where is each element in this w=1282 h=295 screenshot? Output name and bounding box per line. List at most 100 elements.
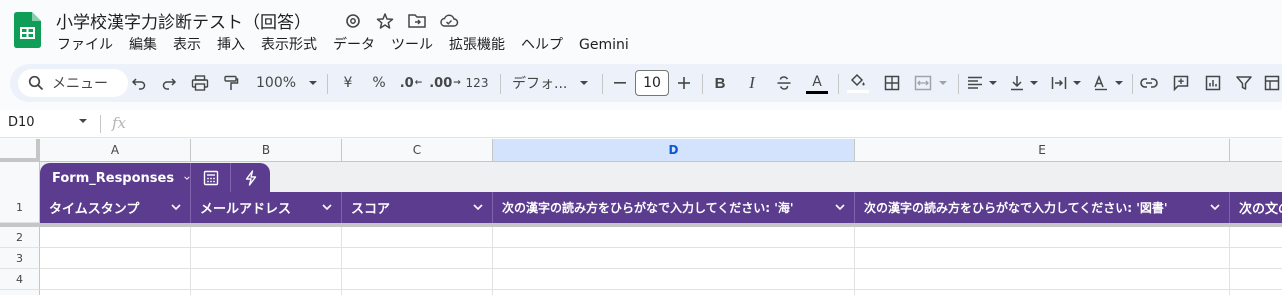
row-header-5[interactable] xyxy=(0,290,40,295)
decrease-decimal-button[interactable]: .0 ← xyxy=(398,64,424,102)
cell[interactable] xyxy=(855,227,1230,248)
currency-button[interactable]: ¥ xyxy=(336,64,360,102)
cell[interactable] xyxy=(342,290,493,295)
cell[interactable] xyxy=(40,290,191,295)
cell[interactable] xyxy=(40,248,191,269)
strikethrough-icon[interactable] xyxy=(772,64,796,102)
cell[interactable] xyxy=(1230,269,1282,290)
chevron-down-icon[interactable] xyxy=(1209,201,1221,213)
insert-chart-icon[interactable] xyxy=(1200,64,1226,102)
merge-cells-icon[interactable] xyxy=(910,64,952,102)
cell[interactable] xyxy=(342,269,493,290)
table-header-cell[interactable]: 次の漢字の読み方をひらがなで入力してください: '海' xyxy=(493,192,855,223)
chevron-down-icon[interactable] xyxy=(78,116,88,126)
cloud-status-icon[interactable] xyxy=(438,10,460,32)
table-header-cell[interactable]: 次の漢字の読み方をひらがなで入力してください: '図書' xyxy=(855,192,1230,223)
vertical-align-icon[interactable] xyxy=(1006,64,1042,102)
table-name-button[interactable]: Form_Responses xyxy=(40,163,190,193)
print-icon[interactable] xyxy=(187,64,213,102)
chevron-down-icon[interactable] xyxy=(170,201,182,213)
column-header-e[interactable]: E xyxy=(855,139,1230,162)
column-header-c[interactable]: C xyxy=(342,139,493,162)
filter-icon[interactable] xyxy=(1232,64,1256,102)
lightning-icon xyxy=(245,170,256,186)
font-size-input[interactable]: 10 xyxy=(635,70,669,96)
table-header-cell[interactable]: 次の文の xyxy=(1230,192,1282,223)
cell[interactable] xyxy=(191,269,342,290)
cell[interactable] xyxy=(191,290,342,295)
menu-tools[interactable]: ツール xyxy=(383,35,441,55)
cell[interactable] xyxy=(191,227,342,248)
cell[interactable] xyxy=(1230,248,1282,269)
menu-insert[interactable]: 挿入 xyxy=(209,35,253,55)
chevron-down-icon[interactable] xyxy=(472,201,484,213)
table-automation-button[interactable] xyxy=(230,163,270,193)
cell[interactable] xyxy=(855,248,1230,269)
cell[interactable] xyxy=(855,290,1230,295)
sheets-logo-icon[interactable] xyxy=(14,12,41,48)
cell[interactable] xyxy=(191,248,342,269)
column-header-b[interactable]: B xyxy=(191,139,342,162)
cell[interactable] xyxy=(342,248,493,269)
borders-icon[interactable] xyxy=(880,64,904,102)
cell[interactable] xyxy=(855,269,1230,290)
table-header-cell[interactable]: スコア xyxy=(342,192,493,223)
row-header-2[interactable]: 2 xyxy=(0,227,40,248)
menu-view[interactable]: 表示 xyxy=(165,35,209,55)
cell[interactable] xyxy=(493,248,855,269)
menu-data[interactable]: データ xyxy=(325,35,383,55)
row-header-1[interactable]: 1 xyxy=(0,192,40,223)
menu-help[interactable]: ヘルプ xyxy=(513,35,571,55)
chevron-down-icon xyxy=(1114,81,1123,85)
percent-button[interactable]: % xyxy=(367,64,391,102)
menu-search[interactable]: メニュー xyxy=(18,69,128,97)
table-calculator-button[interactable] xyxy=(190,163,230,193)
cell[interactable] xyxy=(493,269,855,290)
font-family-select[interactable]: デフォ... xyxy=(508,64,594,102)
chevron-down-icon[interactable] xyxy=(834,201,846,213)
text-wrapping-icon[interactable] xyxy=(1048,64,1084,102)
move-folder-icon[interactable] xyxy=(406,10,428,32)
name-box[interactable]: D10 xyxy=(8,115,35,130)
increase-font-size-icon[interactable] xyxy=(674,64,694,102)
column-header-a[interactable]: A xyxy=(40,139,191,162)
horizontal-align-icon[interactable] xyxy=(964,64,1000,102)
number-format-button[interactable]: 123 xyxy=(464,64,490,102)
cell[interactable] xyxy=(493,227,855,248)
table-header-cell[interactable]: タイムスタンプ xyxy=(40,192,191,223)
bold-button[interactable]: B xyxy=(708,64,732,102)
menu-gemini[interactable]: Gemini xyxy=(571,35,637,55)
undo-icon[interactable] xyxy=(126,64,152,102)
cell[interactable] xyxy=(40,227,191,248)
row-header-4[interactable]: 4 xyxy=(0,269,40,290)
cell[interactable] xyxy=(342,227,493,248)
column-header-d[interactable]: D xyxy=(493,139,855,162)
status-icon[interactable] xyxy=(342,10,364,32)
fill-color-button[interactable] xyxy=(844,64,872,102)
decrease-font-size-icon[interactable] xyxy=(610,64,630,102)
cell[interactable] xyxy=(1230,227,1282,248)
zoom-select[interactable]: 100% xyxy=(252,64,318,102)
paint-format-icon[interactable] xyxy=(218,64,244,102)
menu-edit[interactable]: 編集 xyxy=(121,35,165,55)
increase-decimal-button[interactable]: .00 → xyxy=(429,64,461,102)
menu-extensions[interactable]: 拡張機能 xyxy=(441,35,513,55)
cell[interactable] xyxy=(493,290,855,295)
select-all-corner[interactable] xyxy=(0,139,40,162)
table-icon[interactable] xyxy=(1260,64,1282,102)
redo-icon[interactable] xyxy=(156,64,182,102)
text-color-button[interactable]: A xyxy=(804,64,830,102)
document-title[interactable]: 小学校漢字力診断テスト（回答） xyxy=(56,8,311,33)
insert-comment-icon[interactable] xyxy=(1168,64,1194,102)
chevron-down-icon[interactable] xyxy=(321,201,333,213)
star-icon[interactable] xyxy=(374,10,396,32)
menu-format[interactable]: 表示形式 xyxy=(253,35,325,55)
cell[interactable] xyxy=(40,269,191,290)
menu-file[interactable]: ファイル xyxy=(49,35,121,55)
row-header-3[interactable]: 3 xyxy=(0,248,40,269)
insert-link-icon[interactable] xyxy=(1136,64,1162,102)
table-header-cell[interactable]: メールアドレス xyxy=(191,192,342,223)
column-header-f[interactable] xyxy=(1230,139,1282,162)
text-rotation-icon[interactable] xyxy=(1090,64,1126,102)
italic-button[interactable]: I xyxy=(740,64,764,102)
